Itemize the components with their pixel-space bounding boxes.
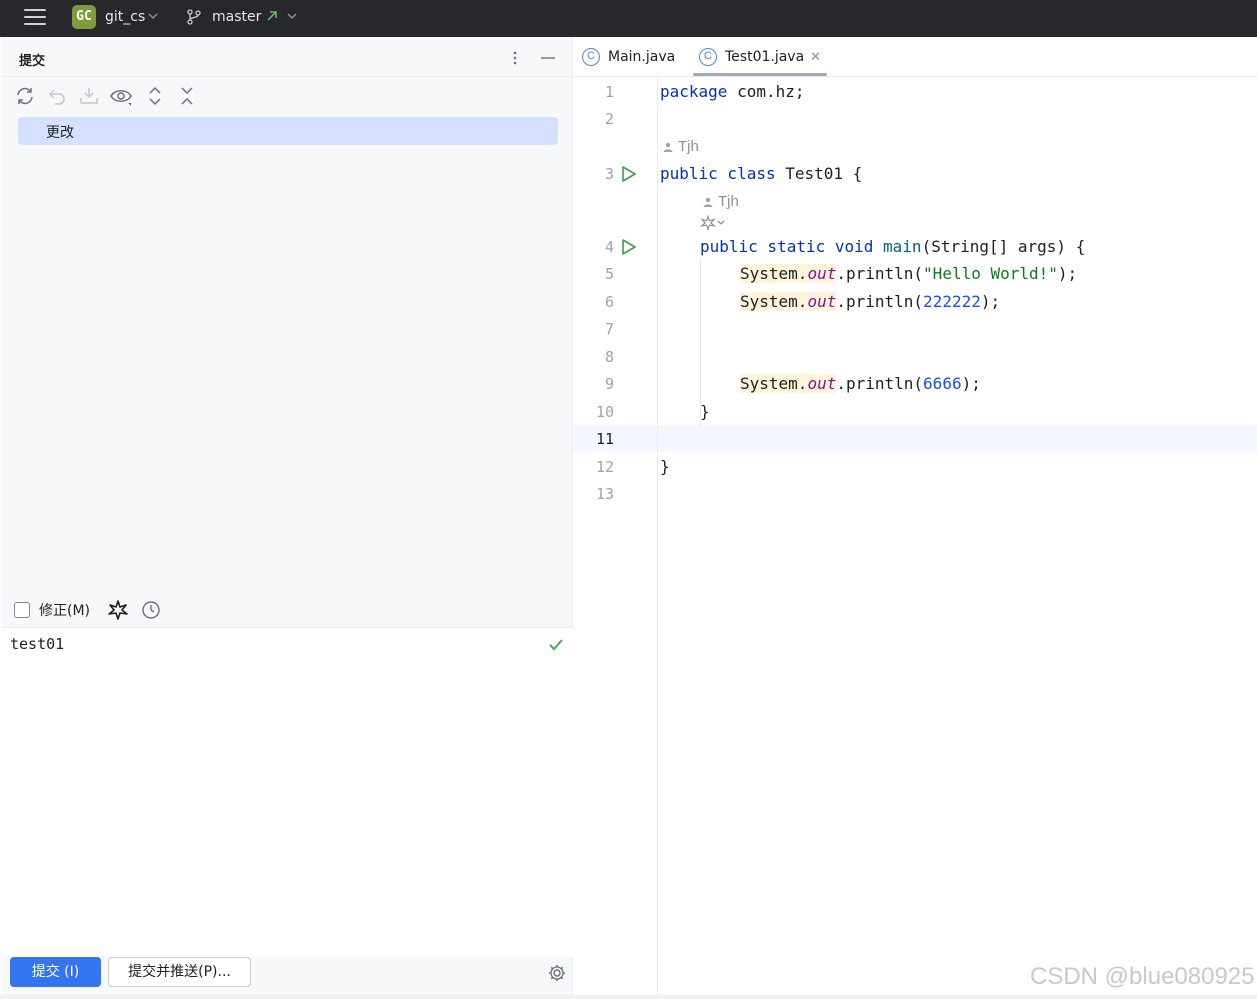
show-diff-icon[interactable] <box>109 84 133 108</box>
divider <box>2 76 573 77</box>
tab-main-java[interactable]: C Main.java <box>582 37 675 77</box>
chevron-down-icon <box>717 220 725 225</box>
line-number: 4 <box>604 238 614 256</box>
check-icon <box>549 639 563 651</box>
changes-label: 更改 <box>46 125 74 141</box>
gear-icon[interactable] <box>547 963 567 983</box>
project-name[interactable]: git_cs <box>105 9 145 25</box>
line-number: 12 <box>595 458 614 476</box>
outgoing-arrow-icon <box>267 11 277 21</box>
code-line-1[interactable]: package com.hz; <box>660 82 805 101</box>
line-number: 3 <box>604 165 614 183</box>
code-line-5[interactable]: System.out.println("Hello World!"); <box>740 264 1077 283</box>
editor-tabs: C Main.java C Test01.java ✕ <box>574 37 1257 77</box>
more-options-icon[interactable] <box>507 49 523 67</box>
tab-label: Test01.java <box>725 49 805 65</box>
project-badge[interactable]: GC <box>72 5 96 29</box>
code-line-9[interactable]: System.out.println(6666); <box>740 374 981 393</box>
line-number: 13 <box>595 485 614 503</box>
run-icon[interactable] <box>620 165 638 183</box>
close-icon[interactable]: ✕ <box>810 50 821 65</box>
line-number: 7 <box>604 320 614 338</box>
tab-test01-java[interactable]: C Test01.java ✕ <box>699 37 821 77</box>
branch-name[interactable]: master <box>212 9 261 25</box>
rollback-icon[interactable] <box>45 84 69 108</box>
main-menu-icon[interactable] <box>24 7 46 27</box>
history-icon[interactable] <box>141 600 161 620</box>
changes-node[interactable]: 更改 <box>18 117 558 145</box>
amend-label[interactable]: 修正(M) <box>39 600 90 620</box>
author-hint[interactable]: Tjh <box>662 138 699 155</box>
code-line-3[interactable]: public class Test01 { <box>660 164 862 183</box>
line-number: 8 <box>604 348 614 366</box>
chevron-down-icon[interactable] <box>286 10 298 22</box>
line-number: 6 <box>604 293 614 311</box>
commit-and-push-button[interactable]: 提交并推送(P)... <box>108 957 251 987</box>
commit-panel: 提交 更改 修正(M) test01 提交 (I) 提交并推送(P)... <box>2 37 573 997</box>
panel-title: 提交 <box>19 54 46 69</box>
line-number-current: 11 <box>595 430 614 448</box>
branch-icon[interactable] <box>185 8 203 26</box>
gutter: 1 2 3 4 5 6 7 8 9 10 11 12 13 <box>574 77 658 997</box>
ai-assistant-icon[interactable] <box>107 599 129 621</box>
expand-all-icon[interactable] <box>143 84 167 108</box>
class-icon: C <box>582 48 600 66</box>
watermark: CSDN @blue080925 <box>1030 963 1255 990</box>
ai-assistant-icon <box>700 215 716 231</box>
run-icon[interactable] <box>620 238 638 256</box>
commit-message-field[interactable]: test01 <box>2 627 573 957</box>
code-editor: C Main.java C Test01.java ✕ 1 2 3 4 5 6 … <box>574 37 1257 997</box>
commit-button[interactable]: 提交 (I) <box>10 957 101 987</box>
refresh-icon[interactable] <box>13 84 37 108</box>
title-bar: GC git_cs master <box>0 0 1257 37</box>
code-line-10[interactable]: } <box>700 402 710 421</box>
status-strip <box>0 995 1257 999</box>
line-number: 2 <box>604 110 614 128</box>
author-hint[interactable]: Tjh <box>702 193 739 210</box>
class-icon: C <box>699 48 717 66</box>
line-number: 5 <box>604 265 614 283</box>
commit-message-text[interactable]: test01 <box>10 635 64 653</box>
chevron-down-icon[interactable] <box>147 10 159 22</box>
line-number: 1 <box>604 83 614 101</box>
minimize-icon[interactable] <box>539 49 557 67</box>
collapse-all-icon[interactable] <box>175 84 199 108</box>
tab-label: Main.java <box>608 49 676 65</box>
user-icon <box>703 197 713 207</box>
code-line-12[interactable]: } <box>660 457 670 476</box>
amend-row: 修正(M) <box>12 597 572 623</box>
line-number: 9 <box>604 375 614 393</box>
ai-hint[interactable] <box>700 215 726 231</box>
shelve-icon[interactable] <box>77 84 101 108</box>
current-line-highlight <box>574 425 1257 452</box>
code-line-6[interactable]: System.out.println(222222); <box>740 292 1000 311</box>
line-number: 10 <box>595 403 614 421</box>
amend-checkbox[interactable] <box>14 602 30 618</box>
user-icon <box>663 142 673 152</box>
active-tab-indicator <box>693 73 827 76</box>
code-line-4[interactable]: public static void main(String[] args) { <box>700 237 1085 256</box>
